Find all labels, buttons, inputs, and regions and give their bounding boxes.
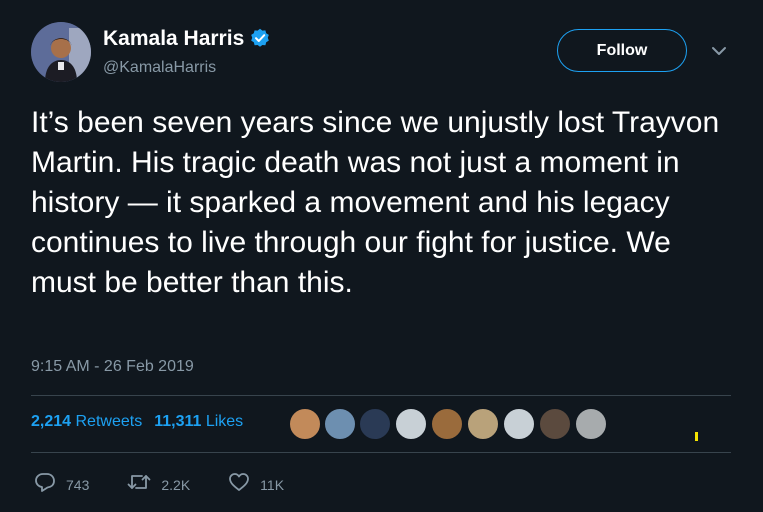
retweets-stat[interactable]: 2,214 Retweets: [31, 413, 142, 430]
retweet-icon[interactable]: [127, 472, 151, 497]
like-count: 11K: [260, 476, 285, 493]
follow-button[interactable]: Follow: [557, 29, 687, 72]
liker-avatar-1[interactable]: [289, 408, 321, 440]
liker-avatar-2[interactable]: [324, 408, 356, 440]
author-display-name[interactable]: Kamala Harris: [103, 26, 270, 55]
divider-top: [31, 395, 731, 396]
author-name-block: Kamala Harris @KamalaHarris: [103, 26, 270, 77]
liker-avatar-7[interactable]: [503, 408, 535, 440]
liker-avatar-4[interactable]: [395, 408, 427, 440]
liker-avatar-9[interactable]: [575, 408, 607, 440]
likes-label[interactable]: Likes: [206, 413, 243, 430]
author-display-name-text[interactable]: Kamala Harris: [103, 27, 244, 50]
author-handle[interactable]: @KamalaHarris: [103, 59, 270, 77]
chevron-down-icon[interactable]: [708, 40, 730, 62]
retweets-label[interactable]: Retweets: [76, 413, 143, 430]
author-avatar[interactable]: [31, 22, 91, 82]
likes-stat[interactable]: 11,311 Likes: [154, 413, 243, 430]
liker-avatar-8[interactable]: [539, 408, 571, 440]
like-action[interactable]: 11K: [228, 472, 284, 497]
likes-count[interactable]: 11,311: [154, 413, 201, 430]
tweet-text: It’s been seven years since we unjustly …: [31, 106, 720, 299]
reply-icon[interactable]: [34, 472, 56, 497]
tweet-timestamp[interactable]: 9:15 AM - 26 Feb 2019: [31, 358, 194, 376]
divider-bottom: [31, 452, 731, 453]
heart-icon[interactable]: [228, 472, 250, 497]
liker-avatar-5[interactable]: [431, 408, 463, 440]
engagement-stats: 2,214 Retweets 11,311 Likes: [31, 413, 243, 431]
liker-avatar-6[interactable]: [467, 408, 499, 440]
tweet-actions: 743 2.2K 11K: [34, 472, 322, 497]
retweets-count[interactable]: 2,214: [31, 413, 71, 430]
retweet-count: 2.2K: [161, 476, 191, 493]
retweet-action[interactable]: 2.2K: [127, 472, 190, 497]
verified-badge-icon: [250, 28, 270, 55]
tweet-card: Kamala Harris @KamalaHarris Follow It’s …: [0, 0, 763, 512]
highlight-marker: [695, 432, 698, 441]
reply-action[interactable]: 743: [34, 472, 89, 497]
liker-avatar-3[interactable]: [359, 408, 391, 440]
reply-count: 743: [66, 476, 90, 493]
